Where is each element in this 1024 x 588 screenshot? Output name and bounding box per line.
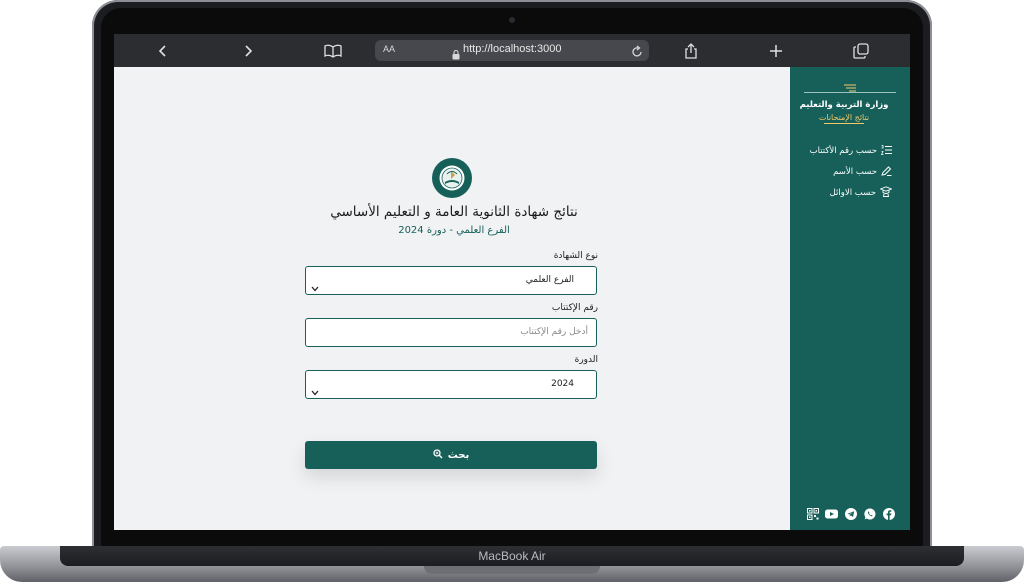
ministry-logo <box>432 158 472 198</box>
sidebar-item-label: حسب رقم الأكتتاب <box>809 146 877 156</box>
ministry-name: وزارة التربية والتعليم <box>799 100 889 110</box>
sidebar-subtitle: نتائج الإمتحانات <box>818 113 870 122</box>
social-links <box>806 507 895 520</box>
main-content: نتائج شهادة الثانوية العامة و التعليم ال… <box>114 67 790 530</box>
forward-icon[interactable] <box>237 40 259 62</box>
search-button[interactable]: بحث <box>305 441 597 469</box>
search-icon <box>433 448 443 462</box>
reload-icon[interactable] <box>631 43 643 62</box>
facebook-icon[interactable] <box>882 507 895 520</box>
session-value: 2024 <box>551 379 574 389</box>
tabs-overview-icon[interactable] <box>850 40 872 62</box>
device-brand: MacBook Air <box>478 549 546 563</box>
pencil-icon <box>881 165 892 179</box>
certificate-type-value: الفرع العلمي <box>525 275 574 285</box>
seat-number-input[interactable]: أدخل رقم الإكتتاب <box>305 318 597 347</box>
back-icon[interactable] <box>152 40 174 62</box>
graduation-cap-icon <box>879 186 893 200</box>
text-size-button[interactable]: AA <box>383 44 395 54</box>
chevron-down-icon <box>311 381 319 400</box>
sidebar-item-seat-number[interactable]: حسب رقم الأكتتاب <box>810 144 892 158</box>
session-select[interactable]: 2024 <box>305 370 597 399</box>
address-bar[interactable]: AA http://localhost:3000 <box>375 40 649 61</box>
certificate-type-label: نوع الشهادة <box>553 251 598 261</box>
page-title: نتائج شهادة الثانوية العامة و التعليم ال… <box>330 204 578 220</box>
sidebar-item-label: حسب الاوائل <box>829 188 876 198</box>
telegram-icon[interactable] <box>844 507 857 520</box>
certificate-type-select[interactable]: الفرع العلمي <box>305 266 597 295</box>
share-icon[interactable] <box>680 40 702 62</box>
sidebar-divider <box>804 92 896 93</box>
chevron-down-icon <box>311 277 319 296</box>
sidebar-item-name[interactable]: حسب الأسم <box>833 165 892 179</box>
camera-icon <box>509 17 515 23</box>
new-tab-icon[interactable] <box>765 40 787 62</box>
laptop-notch <box>424 566 600 574</box>
seat-number-label: رقم الإكتتاب <box>551 303 598 313</box>
list-numbered-icon <box>880 144 892 158</box>
browser-toolbar: AA http://localhost:3000 <box>114 34 910 67</box>
sidebar-item-label: حسب الأسم <box>833 167 877 177</box>
whatsapp-icon[interactable] <box>863 507 876 520</box>
lock-icon <box>452 45 460 64</box>
bookmarks-icon[interactable] <box>322 40 344 62</box>
url-text: http://localhost:3000 <box>463 43 562 55</box>
seat-number-placeholder: أدخل رقم الإكتتاب <box>520 327 588 337</box>
sidebar-item-top-students[interactable]: حسب الاوائل <box>829 186 893 200</box>
screen: AA http://localhost:3000 نتائج شهادة الث… <box>114 34 910 530</box>
youtube-icon[interactable] <box>825 507 838 520</box>
session-label: الدورة <box>574 355 598 365</box>
page-subtitle: الفرع العلمي - دورة 2024 <box>398 225 510 236</box>
search-button-label: بحث <box>447 449 470 461</box>
sidebar: وزارة التربية والتعليم نتائج الإمتحانات … <box>790 67 910 530</box>
menu-icon[interactable] <box>844 77 856 96</box>
qr-code-icon[interactable] <box>806 507 819 520</box>
sidebar-accent-line <box>824 123 864 124</box>
